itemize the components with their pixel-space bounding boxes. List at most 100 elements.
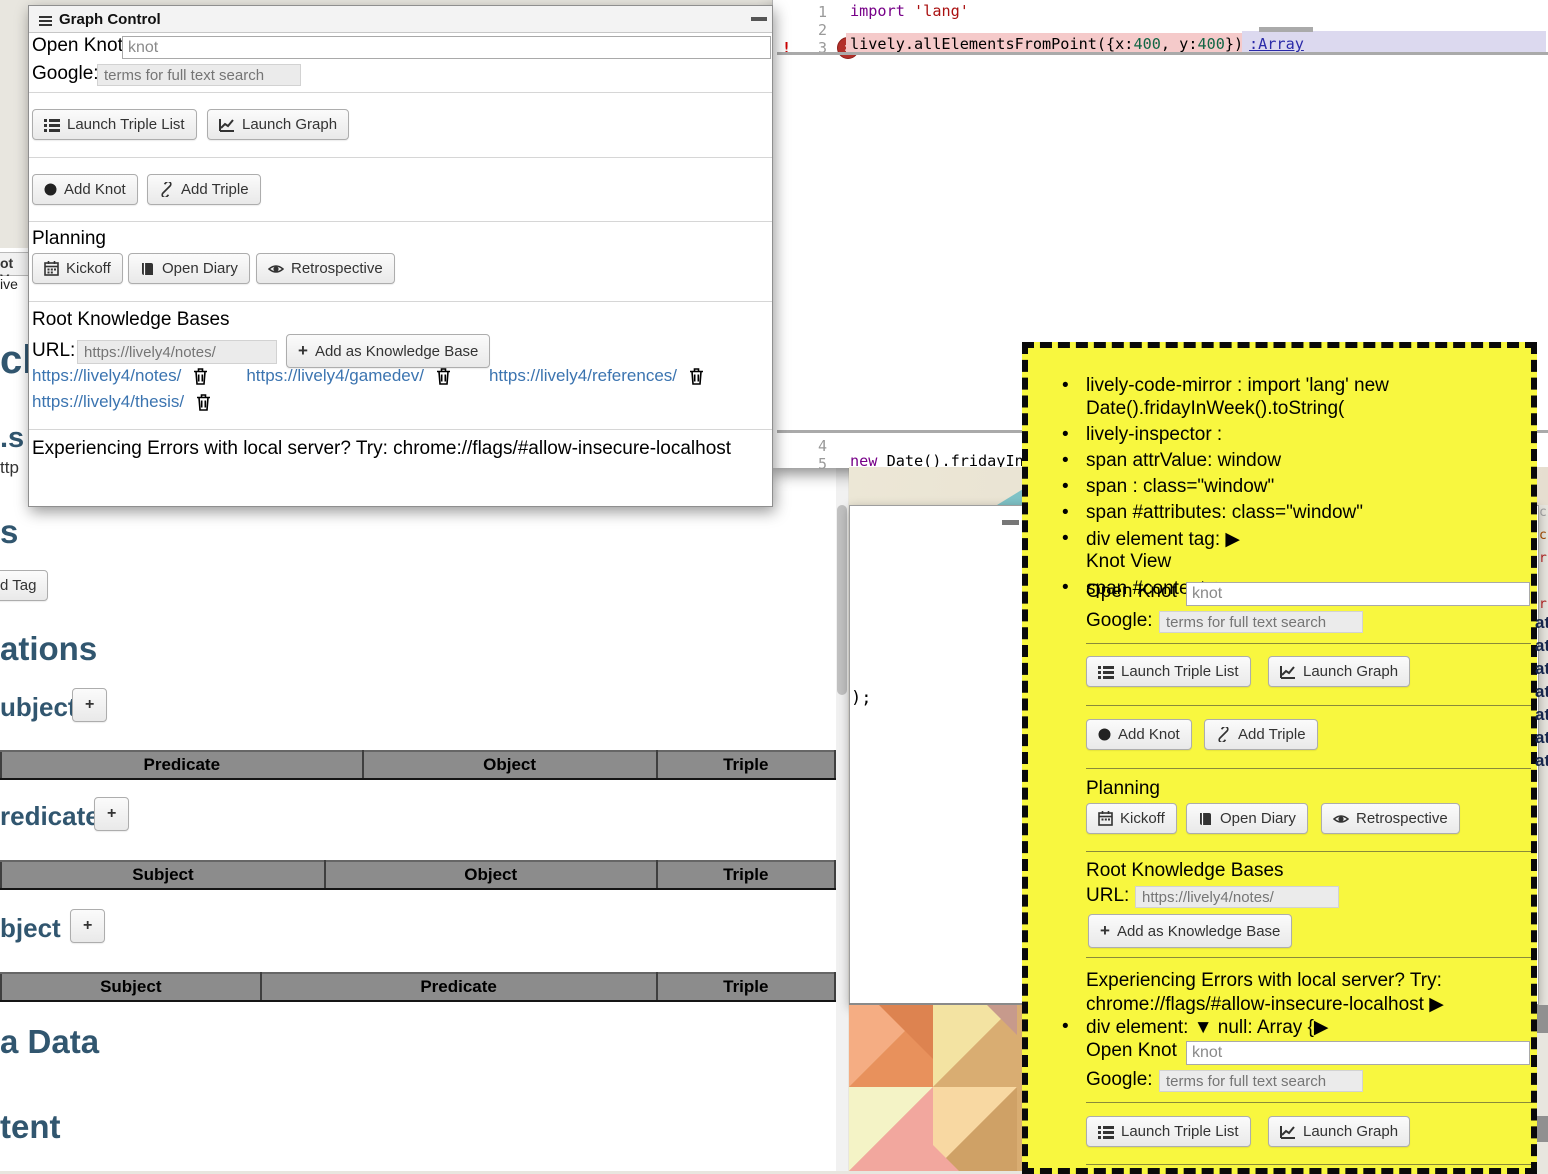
divider — [29, 429, 772, 430]
add-knowledge-base-button[interactable]: + Add as Knowledge Base — [1088, 914, 1292, 948]
knowledge-base-item: https://lively4/references/ — [489, 366, 704, 386]
knot-circle-icon — [44, 183, 57, 196]
code-line-1[interactable]: import 'lang' — [850, 2, 969, 20]
launch-graph-button[interactable]: Launch Graph — [207, 109, 349, 140]
add-tag-button[interactable]: d Tag — [0, 570, 48, 601]
scrollbar-fragment[interactable] — [1537, 1116, 1548, 1142]
url-input[interactable] — [77, 340, 277, 364]
trash-icon[interactable] — [196, 394, 211, 411]
result-annotation-link[interactable]: :Array — [1249, 35, 1304, 53]
add-triple-button[interactable]: Add Triple — [1204, 719, 1318, 750]
minimize-icon[interactable] — [751, 17, 767, 21]
open-knot-input[interactable] — [1186, 582, 1530, 606]
open-diary-button[interactable]: Open Diary — [1186, 803, 1308, 834]
google-search-input[interactable] — [1159, 611, 1363, 633]
divider — [29, 157, 772, 158]
add-triple-button[interactable]: Add Triple — [147, 174, 261, 205]
page-scrollbar-thumb[interactable] — [837, 505, 847, 695]
google-label: Google: — [1086, 610, 1153, 632]
google-search-input[interactable] — [1159, 1070, 1363, 1092]
add-object-button[interactable]: + — [70, 909, 105, 943]
inspection-bullet-line[interactable]: span : class="window" — [1086, 476, 1274, 498]
google-label: Google: — [32, 63, 99, 85]
divider — [1086, 1164, 1531, 1165]
code-text-fragment: c — [1539, 505, 1547, 520]
add-knowledge-base-button[interactable]: + Add as Knowledge Base — [286, 334, 490, 368]
code-line-3[interactable]: lively.allElementsFromPoint({x:400, y:40… — [850, 35, 1243, 53]
table-column-header: Object — [325, 861, 657, 889]
open-knot-input[interactable] — [1186, 1041, 1530, 1065]
add-predicate-button[interactable]: + — [94, 797, 129, 831]
bullet-dot: • — [1062, 424, 1069, 446]
google-label: Google: — [1086, 1069, 1153, 1091]
background-window-title-fragment: ot V — [0, 252, 31, 276]
inspection-bullet-line[interactable]: Date().fridayInWeek().toString( — [1086, 398, 1344, 420]
divider — [1086, 705, 1531, 706]
heading-fragment-s: .s — [0, 422, 24, 455]
minimize-icon[interactable] — [1002, 520, 1019, 525]
launch-graph-button[interactable]: Launch Graph — [1268, 1116, 1410, 1147]
trash-icon[interactable] — [436, 368, 451, 385]
local-server-error-hint: Experiencing Errors with local server? T… — [32, 438, 731, 460]
knowledge-base-item: https://lively4/thesis/ — [32, 392, 211, 412]
table-column-header: Subject — [1, 861, 325, 889]
menu-icon[interactable] — [39, 14, 52, 28]
table-column-header: Triple — [657, 861, 835, 889]
retrospective-button[interactable]: Retrospective — [1321, 803, 1460, 834]
knowledge-base-link[interactable]: https://lively4/references/ — [489, 366, 677, 386]
inspection-bullet-line[interactable]: Knot View — [1086, 551, 1171, 573]
trash-icon[interactable] — [193, 368, 208, 385]
open-knot-input[interactable] — [122, 36, 771, 59]
launch-triple-list-button[interactable]: Launch Triple List — [1086, 1116, 1251, 1147]
code-text-fragment: r — [1539, 551, 1547, 566]
heading-fragment-redicate: redicate — [0, 801, 100, 832]
local-server-error-line1: Experiencing Errors with local server? T… — [1086, 970, 1442, 992]
trash-icon[interactable] — [689, 368, 704, 385]
knowledge-base-item: https://lively4/gamedev/ — [246, 366, 451, 386]
bullet-dot: • — [1062, 476, 1069, 498]
open-diary-button[interactable]: Open Diary — [128, 253, 250, 284]
inspection-bullet-line[interactable]: span attrValue: window — [1086, 450, 1281, 472]
text-fragment: at — [1535, 636, 1548, 656]
knowledge-base-link[interactable]: https://lively4/gamedev/ — [246, 366, 424, 386]
open-knot-label: Open Knot — [32, 35, 123, 57]
inspection-bullet-line[interactable]: div element tag: ▶ — [1086, 528, 1240, 551]
inspection-bullet-line[interactable]: span #attributes: class="window" — [1086, 502, 1363, 524]
window-title: Graph Control — [59, 11, 161, 28]
launch-graph-button[interactable]: Launch Graph — [1268, 656, 1410, 687]
launch-triple-list-button[interactable]: Launch Triple List — [32, 109, 197, 140]
knowledge-base-link[interactable]: https://lively4/thesis/ — [32, 392, 184, 412]
table-column-header: Predicate — [261, 973, 657, 1001]
graph-control-window[interactable]: Graph Control Open Knot Google: Launch T… — [28, 5, 773, 507]
code-fragment: ); — [851, 688, 871, 708]
url-input[interactable] — [1135, 886, 1339, 908]
triples-table-2: SubjectObjectTriple — [0, 860, 836, 890]
divider — [1086, 643, 1531, 644]
add-subject-button[interactable]: + — [72, 688, 107, 722]
knowledge-base-link[interactable]: https://lively4/notes/ — [32, 366, 181, 386]
launch-triple-list-button[interactable]: Launch Triple List — [1086, 656, 1251, 687]
retrospective-button[interactable]: Retrospective — [256, 253, 395, 284]
table-column-header: Triple — [657, 973, 835, 1001]
text-fragment: at — [1535, 682, 1548, 702]
window-titlebar[interactable]: Graph Control — [29, 6, 772, 33]
add-knot-button[interactable]: Add Knot — [1086, 719, 1192, 750]
inspection-bullet-line[interactable]: lively-inspector : — [1086, 424, 1222, 446]
div-element-bullet[interactable]: div element: ▼ null: Array {▶ — [1086, 1016, 1329, 1039]
url-label: URL: — [32, 340, 75, 362]
google-search-input[interactable] — [97, 64, 301, 86]
scrollbar-fragment[interactable] — [1537, 1005, 1548, 1033]
add-knot-button[interactable]: Add Knot — [32, 174, 138, 205]
divider — [29, 92, 772, 93]
triples-table-1: PredicateObjectTriple — [0, 750, 836, 780]
heading-fragment-ubject: ubject — [0, 692, 77, 723]
kickoff-button[interactable]: Kickoff — [1086, 803, 1177, 834]
inspection-overlay: • lively-code-mirror : import 'lang' newD… — [1022, 342, 1537, 1174]
kickoff-button[interactable]: Kickoff — [32, 253, 123, 284]
heading-fragment-bject: bject — [0, 913, 61, 944]
heading-fragment-a-data: a Data — [0, 1023, 99, 1061]
inspection-bullet-line[interactable]: lively-code-mirror : import 'lang' new — [1086, 375, 1389, 397]
text-fragment: at — [1535, 728, 1548, 748]
code-text-fragment: c — [1539, 528, 1547, 543]
text-fragment-ttp: ttp — [0, 458, 19, 478]
